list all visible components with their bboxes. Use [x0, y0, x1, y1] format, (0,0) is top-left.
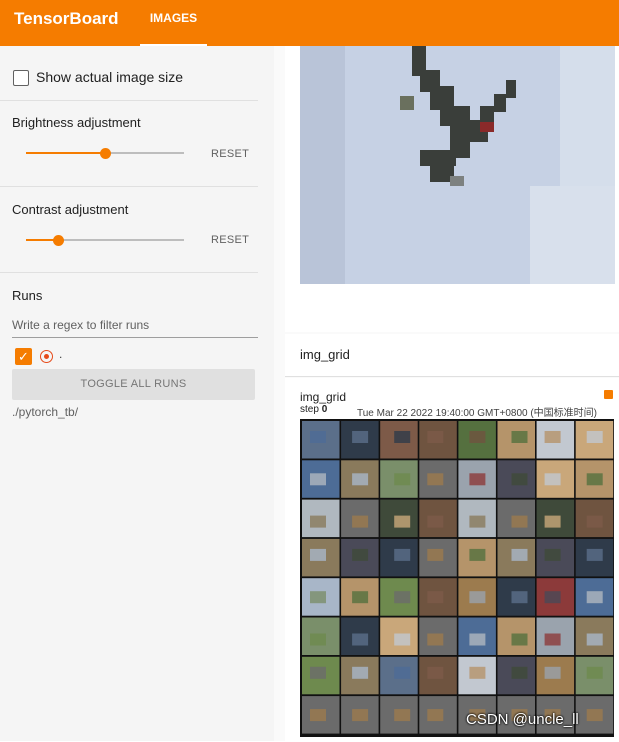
grid-thumbnail-subject: [544, 591, 561, 604]
grid-thumbnail-subject: [511, 473, 528, 486]
run-name: .: [59, 347, 63, 361]
grid-thumbnail-subject: [544, 473, 561, 486]
brightness-slider-thumb[interactable]: [100, 148, 111, 159]
step-label: step: [300, 404, 319, 415]
grid-thumbnail-subject: [310, 473, 326, 486]
grid-thumbnail-subject: [352, 548, 369, 561]
grid-thumbnail-subject: [511, 591, 528, 604]
image-grid-thumbnails: [302, 421, 614, 734]
brightness-label: Brightness adjustment: [12, 115, 141, 130]
grid-thumbnail-subject: [544, 515, 561, 528]
grid-thumbnail-subject: [310, 591, 326, 604]
grid-thumbnail-subject: [310, 431, 326, 443]
grid-thumbnail-subject: [511, 431, 528, 443]
contrast-slider-thumb[interactable]: [53, 235, 64, 246]
grid-thumbnail-subject: [427, 431, 444, 443]
grid-thumbnail-subject: [427, 591, 444, 604]
grid-thumbnail-subject: [427, 666, 444, 679]
run-checkbox[interactable]: ✓: [15, 348, 32, 365]
image-timestamp: Tue Mar 22 2022 19:40:00 GMT+0800 (中国标准时…: [357, 408, 598, 419]
grid-thumbnail-subject: [427, 709, 444, 722]
log-dir-label: ./pytorch_tb/: [12, 405, 79, 419]
grid-thumbnail-subject: [394, 473, 411, 486]
grid-thumbnail-subject: [352, 515, 369, 528]
grid-thumbnail-subject: [427, 515, 444, 528]
image-card-1-image[interactable]: [300, 46, 615, 284]
grid-thumbnail-subject: [394, 709, 411, 722]
divider: [0, 272, 258, 273]
tab-images-label: IMAGES: [149, 11, 198, 25]
brightness-reset-button[interactable]: RESET: [211, 148, 249, 160]
grid-thumbnail-subject: [469, 515, 486, 528]
grid-thumbnail-subject: [586, 591, 603, 604]
contrast-label: Contrast adjustment: [12, 202, 129, 217]
grid-thumbnail-subject: [427, 473, 444, 486]
grid-thumbnail-subject: [586, 633, 603, 646]
grid-thumbnail-subject: [469, 548, 486, 561]
grid-thumbnail-subject: [310, 515, 326, 528]
grid-thumbnail-subject: [352, 591, 369, 604]
grid-thumbnail-subject: [586, 515, 603, 528]
grid-thumbnail-subject: [352, 666, 369, 679]
grid-thumbnail-subject: [394, 591, 411, 604]
image-card-1-title: img_grid: [300, 347, 350, 362]
grid-thumbnail-subject: [310, 548, 326, 561]
contrast-reset-button[interactable]: RESET: [211, 234, 249, 246]
grid-thumbnail-subject: [394, 431, 411, 443]
tab-images[interactable]: IMAGES: [140, 0, 207, 46]
image-grid[interactable]: [300, 419, 614, 737]
grid-thumbnail-subject: [352, 473, 369, 486]
grid-thumbnail-subject: [394, 633, 411, 646]
grid-thumbnail-subject: [469, 473, 486, 486]
step-indicator: step 0: [300, 404, 327, 415]
step-value: 0: [321, 404, 328, 415]
runs-title: Runs: [12, 288, 43, 303]
show-actual-size-checkbox[interactable]: [13, 70, 29, 86]
grid-thumbnail-subject: [310, 709, 326, 722]
grid-thumbnail-subject: [394, 548, 411, 561]
grid-thumbnail-subject: [586, 431, 603, 443]
grid-thumbnail-subject: [352, 431, 369, 443]
grid-thumbnail-subject: [310, 633, 326, 646]
grid-thumbnail-subject: [544, 548, 561, 561]
grid-thumbnail-subject: [586, 548, 603, 561]
grid-thumbnail-subject: [544, 431, 561, 443]
grid-thumbnail-subject: [394, 515, 411, 528]
pixelated-bird-image: [300, 46, 615, 284]
toggle-all-runs-button[interactable]: TOGGLE ALL RUNS: [12, 369, 255, 400]
run-color-radio-icon: [40, 350, 53, 363]
grid-thumbnail-subject: [586, 473, 603, 486]
grid-thumbnail-subject: [511, 633, 528, 646]
grid-thumbnail-subject: [352, 709, 369, 722]
app-title: TensorBoard: [14, 9, 119, 28]
grid-thumbnail-subject: [427, 633, 444, 646]
grid-thumbnail-subject: [427, 548, 444, 561]
grid-thumbnail-subject: [469, 633, 486, 646]
divider: [0, 186, 258, 187]
grid-thumbnail-subject: [511, 515, 528, 528]
grid-thumbnail-subject: [394, 666, 411, 679]
grid-thumbnail-subject: [586, 666, 603, 679]
show-actual-size-label: Show actual image size: [36, 69, 184, 85]
grid-thumbnail-subject: [586, 709, 603, 722]
brightness-slider-fill: [26, 152, 105, 154]
grid-thumbnail-subject: [469, 591, 486, 604]
runs-filter-input[interactable]: Write a regex to filter runs: [12, 318, 258, 338]
expand-icon[interactable]: [604, 390, 613, 399]
image-card-2-title: img_grid: [300, 390, 347, 404]
top-app-bar: TensorBoard IMAGES: [0, 0, 619, 46]
grid-thumbnail-subject: [511, 548, 528, 561]
divider: [0, 100, 258, 101]
watermark: CSDN @uncle_ll: [466, 711, 579, 728]
grid-thumbnail-subject: [310, 666, 326, 679]
grid-thumbnail-subject: [469, 666, 486, 679]
grid-thumbnail-subject: [544, 633, 561, 646]
grid-thumbnail-subject: [469, 431, 486, 443]
grid-thumbnail-subject: [352, 633, 369, 646]
grid-thumbnail-subject: [544, 666, 561, 679]
grid-thumbnail-subject: [511, 666, 528, 679]
